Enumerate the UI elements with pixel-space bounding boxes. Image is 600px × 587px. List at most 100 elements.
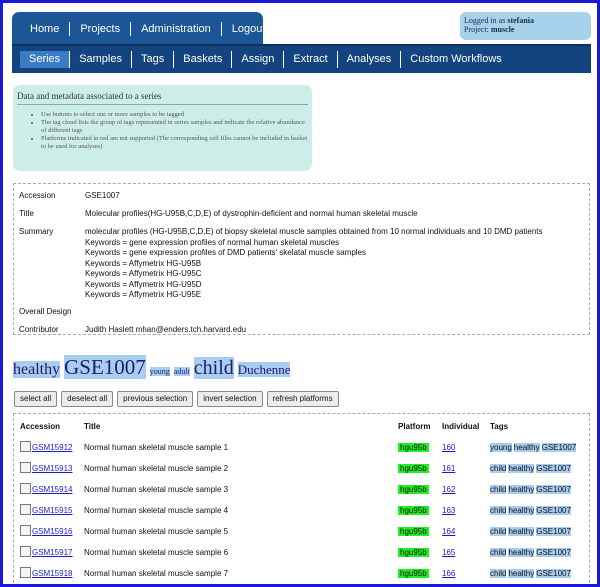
subnav-series[interactable]: Series <box>20 51 71 68</box>
row-tag: child <box>490 464 507 473</box>
cloud-tag-gse1007[interactable]: GSE1007 <box>64 355 146 379</box>
row-title: Normal human skeletal muscle sample 6 <box>84 548 229 557</box>
row-checkbox[interactable] <box>20 546 31 557</box>
row-platform: hgu95b <box>398 464 429 473</box>
subnav-custom-workflows[interactable]: Custom Workflows <box>401 51 510 68</box>
row-individual-link[interactable]: 162 <box>442 485 455 494</box>
row-title: Normal human skeletal muscle sample 1 <box>84 443 229 452</box>
table-row: GSM15915 Normal human skeletal muscle sa… <box>14 504 589 520</box>
row-checkbox[interactable] <box>20 504 31 515</box>
row-accession-link[interactable]: GSM15916 <box>32 527 72 536</box>
series-details: Accession GSE1007 Title Molecular profil… <box>13 183 590 335</box>
row-tag: GSE1007 <box>536 506 571 515</box>
row-individual-link[interactable]: 161 <box>442 464 455 473</box>
header-tags: Tags <box>490 422 509 431</box>
cloud-tag-healthy[interactable]: healthy <box>13 361 61 378</box>
summary-line: Keywords = gene expression profiles of n… <box>85 237 340 247</box>
table-row: GSM15912 Normal human skeletal muscle sa… <box>14 441 589 457</box>
row-accession-link[interactable]: GSM15914 <box>32 485 72 494</box>
info-heading: Data and metadata associated to a series <box>17 91 308 105</box>
subnav-extract[interactable]: Extract <box>284 51 338 68</box>
info-list: Use buttons to select one or more sample… <box>17 111 308 151</box>
row-tag: healthy <box>508 485 535 494</box>
row-tag: GSE1007 <box>536 548 571 557</box>
subnav-baskets[interactable]: Baskets <box>174 51 233 68</box>
row-checkbox[interactable] <box>20 525 31 536</box>
title-label: Title <box>19 209 34 218</box>
row-accession-link[interactable]: GSM15912 <box>32 443 72 452</box>
row-tag: GSE1007 <box>541 443 577 452</box>
header-individual: Individual <box>442 422 480 431</box>
row-tag: healthy <box>508 506 535 515</box>
user-name: stefania <box>507 16 534 25</box>
top-nav: Home Projects Administration Logout <box>12 12 265 46</box>
row-checkbox[interactable] <box>20 462 31 473</box>
row-checkbox[interactable] <box>20 483 31 494</box>
row-tags: young healthy GSE1007 <box>490 443 578 452</box>
cloud-tag-young[interactable]: young <box>149 367 170 376</box>
nav-logout[interactable]: Logout <box>222 22 276 36</box>
contributor-value: Judith Haslett mhan@enders.tch.harvard.e… <box>85 325 247 334</box>
nav-projects[interactable]: Projects <box>70 22 132 36</box>
row-accession-link[interactable]: GSM15918 <box>32 569 72 578</box>
row-tag: GSE1007 <box>536 464 571 473</box>
refresh-platforms-button[interactable]: refresh platforms <box>266 391 339 407</box>
row-tag: healthy <box>508 569 535 578</box>
deselect-all-button[interactable]: deselect all <box>61 391 114 407</box>
row-tag: child <box>490 506 507 515</box>
subnav-samples[interactable]: Samples <box>70 51 132 68</box>
contributor-label: Contributor <box>19 325 59 334</box>
row-tag: child <box>490 569 507 578</box>
select-all-button[interactable]: select all <box>14 391 58 407</box>
row-platform: hgu95b <box>398 569 429 578</box>
row-title: Normal human skeletal muscle sample 4 <box>84 506 229 515</box>
summary-label: Summary <box>19 227 54 236</box>
summary-line: molecular profiles (HG-U95B,C,D,E) of bi… <box>85 227 543 236</box>
invert-selection-button[interactable]: invert selection <box>197 391 263 407</box>
table-row: GSM15917 Normal human skeletal muscle sa… <box>14 546 589 562</box>
nav-home[interactable]: Home <box>20 22 71 36</box>
row-accession-link[interactable]: GSM15915 <box>32 506 72 515</box>
accession-label: Accession <box>19 191 56 200</box>
logged-in-label: Logged in as <box>464 16 508 25</box>
subnav-tags[interactable]: Tags <box>132 51 175 68</box>
row-tag: young <box>490 443 512 452</box>
row-tag: GSE1007 <box>536 527 571 536</box>
cloud-tag-adult[interactable]: adult <box>173 367 190 376</box>
design-label: Overall Design <box>19 307 72 316</box>
row-tags: child healthy GSE1007 <box>490 464 573 473</box>
row-individual-link[interactable]: 166 <box>442 569 455 578</box>
table-row: GSM15916 Normal human skeletal muscle sa… <box>14 525 589 541</box>
row-individual-link[interactable]: 160 <box>442 443 455 452</box>
header-accession: Accession <box>20 422 61 431</box>
page-frame: Home Projects Administration Logout Logg… <box>3 3 597 584</box>
row-individual-link[interactable]: 164 <box>442 527 455 536</box>
subnav-assign[interactable]: Assign <box>232 51 285 68</box>
row-tag: GSE1007 <box>536 569 571 578</box>
row-title: Normal human skeletal muscle sample 5 <box>84 527 229 536</box>
previous-selection-button[interactable]: previous selection <box>117 391 194 407</box>
table-row: GSM15913 Normal human skeletal muscle sa… <box>14 462 589 478</box>
row-tags: child healthy GSE1007 <box>490 485 573 494</box>
row-tag: healthy <box>513 443 540 452</box>
row-tag: child <box>490 548 507 557</box>
row-checkbox[interactable] <box>20 441 31 452</box>
row-tag: child <box>490 527 507 536</box>
row-accession-link[interactable]: GSM15913 <box>32 464 72 473</box>
nav-administration[interactable]: Administration <box>131 22 222 36</box>
row-tags: child healthy GSE1007 <box>490 569 573 578</box>
row-tags: child healthy GSE1007 <box>490 506 573 515</box>
info-bullet: The tag cloud lists the group of tags re… <box>41 119 308 135</box>
row-tag: child <box>490 485 507 494</box>
info-box: Data and metadata associated to a series… <box>13 85 312 171</box>
cloud-tag-child[interactable]: child <box>193 357 234 379</box>
accession-value: GSE1007 <box>85 191 120 200</box>
row-accession-link[interactable]: GSM15917 <box>32 548 72 557</box>
subnav-analyses[interactable]: Analyses <box>338 51 402 68</box>
row-individual-link[interactable]: 163 <box>442 506 455 515</box>
cloud-tag-duchenne[interactable]: Duchenne <box>237 362 291 377</box>
row-individual-link[interactable]: 165 <box>442 548 455 557</box>
row-tags: child healthy GSE1007 <box>490 548 573 557</box>
row-tag: GSE1007 <box>536 485 571 494</box>
row-checkbox[interactable] <box>20 567 31 578</box>
